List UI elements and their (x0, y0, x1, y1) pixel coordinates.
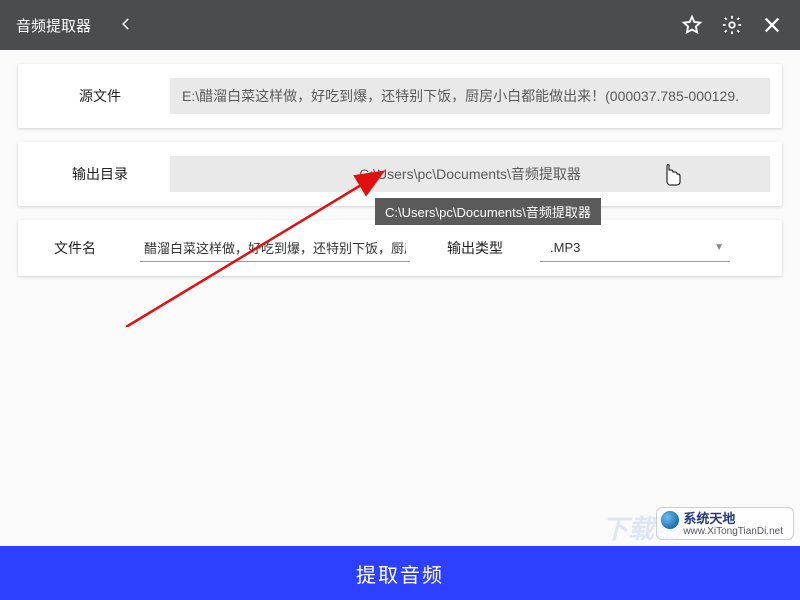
watermark-name: 系统天地 (683, 512, 783, 526)
app-title: 音频提取器 (16, 15, 91, 36)
content-area: 源文件 E:\醋溜白菜这样做，好吃到爆，还特别下饭，厨房小白都能做出来！(000… (0, 50, 800, 546)
settings-icon[interactable] (720, 13, 744, 37)
filename-label: 文件名 (30, 238, 120, 258)
back-button[interactable] (119, 15, 133, 36)
output-type-label: 输出类型 (430, 238, 520, 258)
source-file-label: 源文件 (30, 86, 170, 106)
favorite-icon[interactable] (680, 13, 704, 37)
source-file-card: 源文件 E:\醋溜白菜这样做，好吃到爆，还特别下饭，厨房小白都能做出来！(000… (18, 64, 782, 128)
output-dir-card: 输出目录 C:\Users\pc\Documents\音频提取器 (18, 142, 782, 206)
window: 音频提取器 源文件 E:\醋溜白菜这样做，好吃到爆，还特别下饭，厨房小白都能做出… (0, 0, 800, 600)
output-dir-label: 输出目录 (30, 164, 170, 184)
source-file-input[interactable]: E:\醋溜白菜这样做，好吃到爆，还特别下饭，厨房小白都能做出来！(000037.… (170, 78, 770, 114)
filename-card: 文件名 输出类型 .MP3 ▼ (18, 220, 782, 276)
output-dir-input[interactable]: C:\Users\pc\Documents\音频提取器 (170, 156, 770, 192)
output-type-select[interactable]: .MP3 ▼ (540, 234, 730, 262)
extract-button[interactable]: 提取音频 (0, 546, 800, 600)
chevron-down-icon: ▼ (714, 242, 724, 253)
output-type-value: .MP3 (550, 240, 580, 255)
titlebar: 音频提取器 (0, 0, 800, 50)
site-watermark: 系统天地 www.XiTongTianDi.net (656, 507, 794, 540)
watermark-url: www.XiTongTianDi.net (683, 526, 783, 537)
filename-input[interactable] (140, 234, 410, 262)
output-dir-tooltip: C:\Users\pc\Documents\音频提取器 (375, 198, 601, 225)
close-icon[interactable] (760, 13, 784, 37)
